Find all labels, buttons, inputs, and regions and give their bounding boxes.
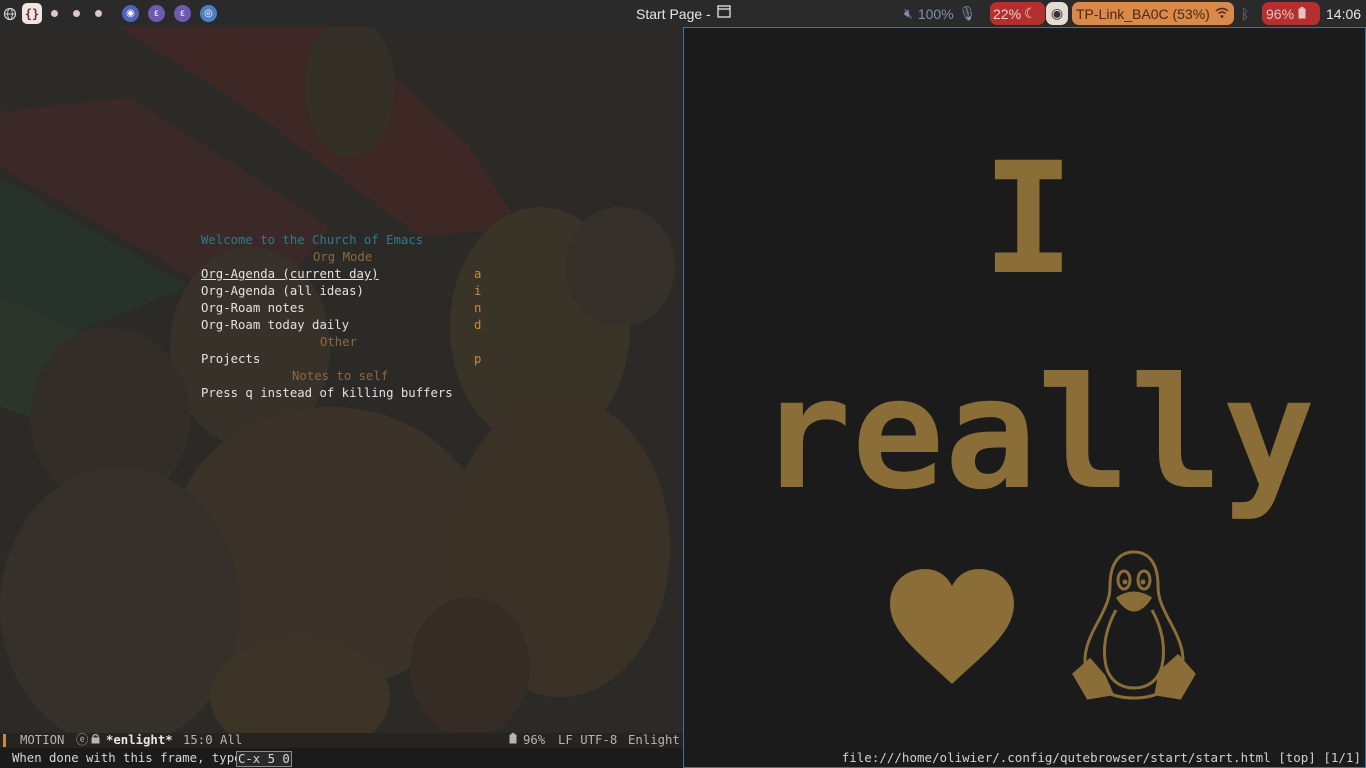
shortcut-key-p: p [474, 352, 482, 366]
brightness-widget[interactable]: 22% ☾ [990, 2, 1045, 25]
menu-item-org-agenda-ideas[interactable]: Org-Agenda (all ideas) [201, 284, 364, 299]
window-title-text: Start Page - [636, 5, 711, 22]
workspace-dot-2[interactable] [51, 10, 58, 17]
shortcut-key-a: a [474, 267, 482, 281]
section-other: Other [320, 335, 358, 349]
top-bar: {} ◉ ε ε ◎ Start Page - 🔇︎ 100% 🎙︎ 22% ☾… [0, 0, 1366, 27]
echo-area: When done with this frame, type C-x 5 0 [0, 748, 683, 768]
modeline-battery: 96% [523, 733, 546, 747]
status-bar-url: file:///home/oliwier/.config/qutebrowser… [841, 750, 1361, 765]
volume-widget[interactable]: 🔇︎ 100% 🎙︎ [904, 0, 976, 27]
menu-item-org-roam-daily[interactable]: Org-Roam today daily [201, 318, 349, 333]
section-notes: Notes to self [292, 369, 389, 383]
headline-i: I [982, 130, 1075, 309]
modeline-indicator [3, 734, 6, 747]
echo-keybinding: C-x 5 0 [236, 751, 292, 767]
battery-icon [1298, 6, 1306, 22]
headline-really: really [759, 345, 1316, 524]
lock-icon [91, 733, 100, 748]
mode-line: MOTION ⓔ *enlight* 15:0 All 96% LF UTF-8… [0, 733, 683, 748]
workspace-dot-4[interactable] [95, 10, 102, 17]
wifi-icon [1215, 6, 1229, 22]
menu-item-org-agenda-day[interactable]: Org-Agenda (current day) [201, 267, 379, 282]
bluetooth-icon[interactable]: ᛒ [1241, 0, 1249, 27]
workspace-dot-3[interactable] [73, 10, 80, 17]
qutebrowser-window[interactable]: I really file:///home/oliwier/.config/qu… [683, 27, 1366, 768]
buffer-name: *enlight* [106, 733, 173, 747]
globe-icon[interactable] [3, 0, 17, 27]
speaker-muted-icon: 🔇︎ [904, 5, 913, 21]
clock[interactable]: 14:06 [1326, 0, 1361, 27]
shortcut-key-n: n [474, 301, 482, 315]
battery-widget[interactable]: 96% [1262, 2, 1320, 25]
heart-icon [890, 569, 1014, 684]
emacs-app-icon-2[interactable]: ε [174, 5, 191, 22]
microphone-icon: 🎙︎ [958, 5, 977, 21]
menu-item-org-roam-notes[interactable]: Org-Roam notes [201, 301, 305, 316]
tux-penguin-icon [1072, 550, 1196, 700]
encoding: LF UTF-8 [558, 733, 618, 747]
emacs-logo-icon: ⓔ [76, 733, 89, 747]
qutebrowser-app-icon[interactable]: ◎ [200, 5, 217, 22]
echo-message: When done with this frame, type [12, 751, 242, 765]
section-org-mode: Org Mode [313, 250, 373, 264]
window-icon [717, 4, 731, 23]
cursor-position: 15:0 All [183, 733, 243, 747]
volume-level: 100% [917, 5, 954, 22]
battery-small-icon [509, 733, 517, 748]
shortcut-key-i: i [474, 284, 482, 298]
battery-level: 96% [1266, 5, 1295, 22]
moon-icon: ☾ [1024, 5, 1037, 21]
emacs-frame[interactable]: Welcome to the Church of Emacs Org Mode … [0, 27, 683, 768]
major-mode: Enlight [628, 733, 680, 747]
workspace-active-button[interactable]: {} [22, 3, 42, 24]
note-text: Press q instead of killing buffers [201, 386, 453, 400]
emacs-app-icon[interactable]: ε [148, 5, 165, 22]
eye-icon[interactable]: ◉ [1046, 2, 1068, 25]
evil-state: MOTION [20, 733, 65, 747]
shortcut-key-d: d [474, 318, 482, 332]
brightness-level: 22% [993, 5, 1022, 22]
chrome-app-icon[interactable]: ◉ [122, 5, 139, 22]
menu-item-projects[interactable]: Projects [201, 352, 260, 367]
wifi-widget[interactable]: TP-Link_BA0C (53%) [1072, 2, 1234, 25]
wifi-name: TP-Link_BA0C (53%) [1076, 5, 1210, 22]
welcome-heading: Welcome to the Church of Emacs [201, 233, 424, 247]
window-title: Start Page - [636, 0, 731, 27]
